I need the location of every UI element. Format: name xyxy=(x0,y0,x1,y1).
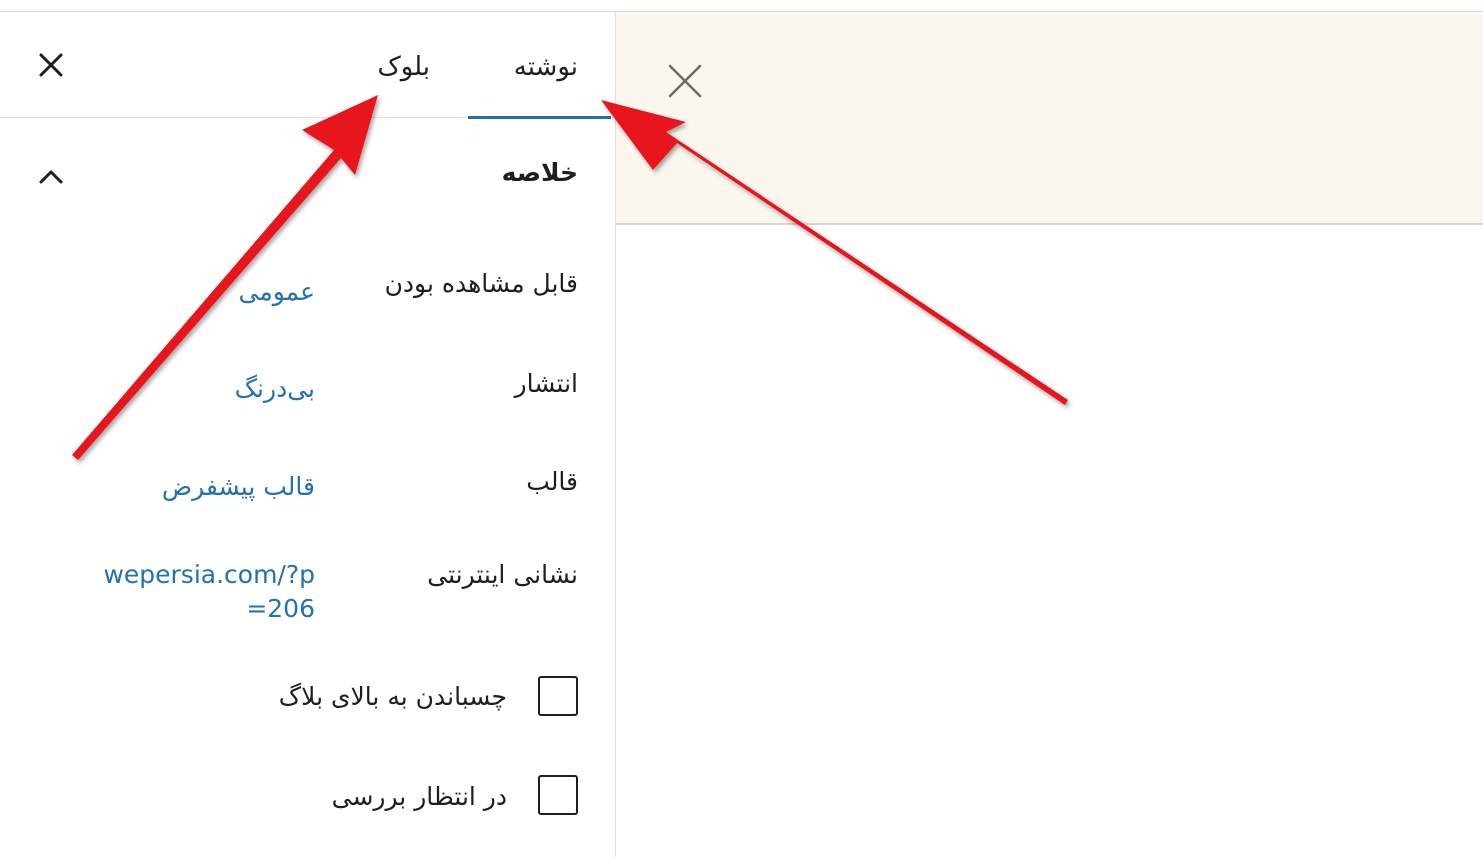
close-sidebar-button[interactable] xyxy=(36,50,66,80)
summary-toggle-button[interactable] xyxy=(36,162,66,192)
sidebar-tabs: نوشته بلوک xyxy=(0,12,615,119)
visibility-value-link[interactable]: عمومی xyxy=(238,275,315,309)
url-value-link[interactable]: wepersia.com/?p=206 xyxy=(85,558,315,626)
active-tab-indicator xyxy=(468,116,611,119)
summary-panel-header[interactable]: خلاصه xyxy=(0,152,615,202)
notice-close-button[interactable] xyxy=(666,62,704,100)
close-icon xyxy=(668,64,702,98)
pending-review-checkbox[interactable] xyxy=(538,775,578,815)
visibility-label: قابل مشاهده بودن xyxy=(384,269,578,298)
notice-banner xyxy=(616,12,1483,225)
pending-review-label[interactable]: در انتظار بررسی xyxy=(332,780,507,814)
publish-value-link[interactable]: بی‌درنگ xyxy=(235,372,315,406)
tab-post[interactable]: نوشته xyxy=(514,50,578,84)
chevron-up-icon xyxy=(39,170,63,184)
stick-to-top-checkbox[interactable] xyxy=(538,676,578,716)
close-icon xyxy=(39,53,63,77)
top-strip xyxy=(0,0,1483,12)
url-label: نشانی اینترنتی xyxy=(427,560,578,589)
publish-label: انتشار xyxy=(514,369,578,398)
stick-to-top-label[interactable]: چسباندن به بالای بلاگ xyxy=(279,680,507,714)
template-label: قالب xyxy=(526,467,578,496)
template-value-link[interactable]: قالب پیشفرض xyxy=(162,470,315,504)
settings-sidebar: نوشته بلوک خلاصه قابل مشاهده بودن عمومی … xyxy=(0,12,616,857)
tab-block[interactable]: بلوک xyxy=(377,50,430,84)
summary-title: خلاصه xyxy=(501,158,578,187)
